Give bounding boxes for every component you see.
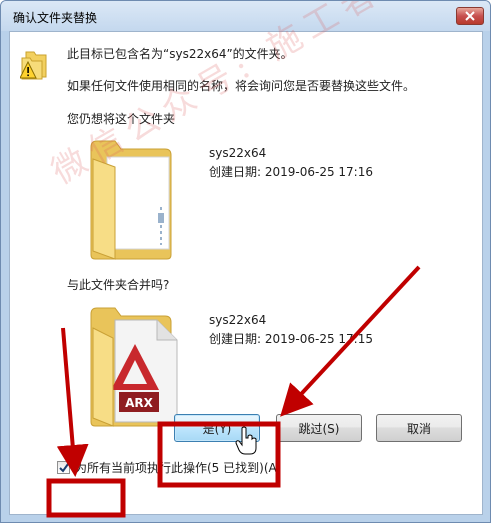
apply-all-row[interactable]: 为所有当前项执行此操作(5 已找到)(A) — [57, 459, 281, 476]
message-line-1: 此目标已包含名为“sys22x64”的文件夹。 — [67, 47, 293, 61]
arx-badge: ARX — [125, 396, 154, 410]
close-button[interactable] — [456, 7, 484, 25]
merge-question: 与此文件夹合并吗? — [67, 278, 170, 292]
source-folder-icon — [90, 140, 172, 260]
cancel-button[interactable]: 取消 — [376, 414, 462, 442]
apply-all-checkbox[interactable] — [57, 461, 70, 474]
target-folder-name: sys22x64 — [209, 313, 267, 327]
target-folder-icon: ARX — [90, 307, 178, 427]
title-bar[interactable]: 确认文件夹替换 — [1, 1, 490, 31]
source-folder-name: sys22x64 — [209, 146, 267, 160]
close-icon — [465, 11, 475, 21]
message-line-2: 如果任何文件使用相同的名称，将会询问您是否要替换这些文件。 — [67, 79, 416, 93]
window-title: 确认文件夹替换 — [13, 11, 98, 25]
dialog-window: 确认文件夹替换 此目标已包含名为“sys22x64”的文件夹。 如果任何文件使用… — [0, 0, 491, 523]
source-folder-date: 创建日期: 2019-06-25 17:16 — [209, 165, 373, 179]
target-folder-date: 创建日期: 2019-06-25 17:15 — [209, 332, 373, 346]
checkmark-icon — [58, 462, 69, 473]
folder-warning-icon — [20, 51, 47, 80]
apply-all-label: 为所有当前项执行此操作(5 已找到)(A) — [75, 461, 282, 475]
mouse-cursor-icon — [235, 426, 257, 455]
message-line-3: 您仍想将这个文件夹 — [67, 112, 176, 126]
skip-button[interactable]: 跳过(S) — [276, 414, 362, 442]
